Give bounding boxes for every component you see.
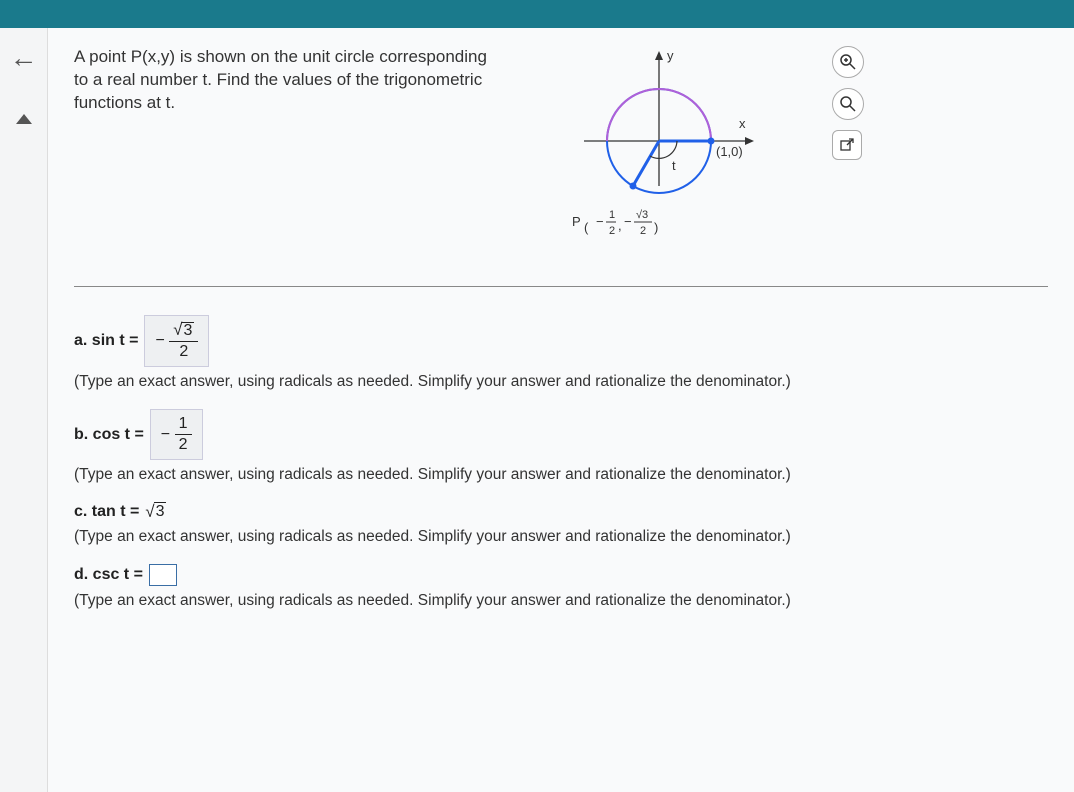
point-1-0-label: (1,0)	[716, 144, 743, 159]
y-axis-label: y	[667, 48, 674, 63]
question-prompt: A point P(x,y) is shown on the unit circ…	[74, 46, 494, 115]
part-d-hint: (Type an exact answer, using radicals as…	[74, 592, 1048, 610]
unit-circle-figure: y x (1,0) t P	[514, 46, 804, 256]
svg-text:−: −	[624, 214, 632, 229]
part-d-input[interactable]	[149, 564, 177, 586]
page: ← A point P(x,y) is shown on the unit ci…	[0, 28, 1074, 792]
svg-text:−: −	[596, 214, 604, 229]
part-d: d. csc t = (Type an exact answer, using …	[74, 564, 1048, 610]
point-p-prefix: P	[572, 214, 581, 229]
part-a: a. sin t = − 3 2 (Type an exact answer, …	[74, 315, 1048, 391]
part-b-answer: − 1 2	[150, 409, 203, 460]
svg-text:,: ,	[618, 218, 622, 233]
part-c: c. tan t = 3 (Type an exact answer, usin…	[74, 502, 1048, 546]
main-content: A point P(x,y) is shown on the unit circ…	[48, 28, 1074, 792]
svg-text:2: 2	[640, 225, 646, 237]
svg-text:): )	[654, 220, 658, 235]
app-topbar	[0, 0, 1074, 28]
part-d-label: d. csc t =	[74, 566, 143, 584]
question-row: A point P(x,y) is shown on the unit circ…	[74, 46, 1048, 256]
part-b-hint: (Type an exact answer, using radicals as…	[74, 466, 1048, 484]
part-c-hint: (Type an exact answer, using radicals as…	[74, 528, 1048, 546]
svg-text:(: (	[584, 220, 589, 235]
part-b: b. cos t = − 1 2 (Type an exact answer, …	[74, 409, 1048, 484]
nav-up-icon[interactable]	[16, 114, 32, 124]
part-a-label: a. sin t =	[74, 332, 138, 350]
svg-text:2: 2	[609, 225, 615, 237]
part-b-label: b. cos t =	[74, 426, 144, 444]
zoom-out-icon[interactable]	[832, 88, 864, 120]
left-nav: ←	[0, 28, 48, 792]
figure-tools	[832, 46, 864, 160]
part-c-label: c. tan t =	[74, 503, 139, 521]
angle-t-label: t	[672, 158, 676, 173]
x-axis-label: x	[739, 116, 746, 131]
back-arrow-icon[interactable]: ←	[10, 42, 38, 74]
svg-text:1: 1	[609, 209, 615, 221]
popout-icon[interactable]	[832, 130, 862, 160]
svg-text:√3: √3	[636, 209, 648, 221]
part-a-answer: − 3 2	[144, 315, 209, 367]
zoom-in-icon[interactable]	[832, 46, 864, 78]
part-c-answer: 3	[145, 502, 166, 522]
section-divider	[74, 286, 1048, 287]
part-a-hint: (Type an exact answer, using radicals as…	[74, 373, 1048, 391]
